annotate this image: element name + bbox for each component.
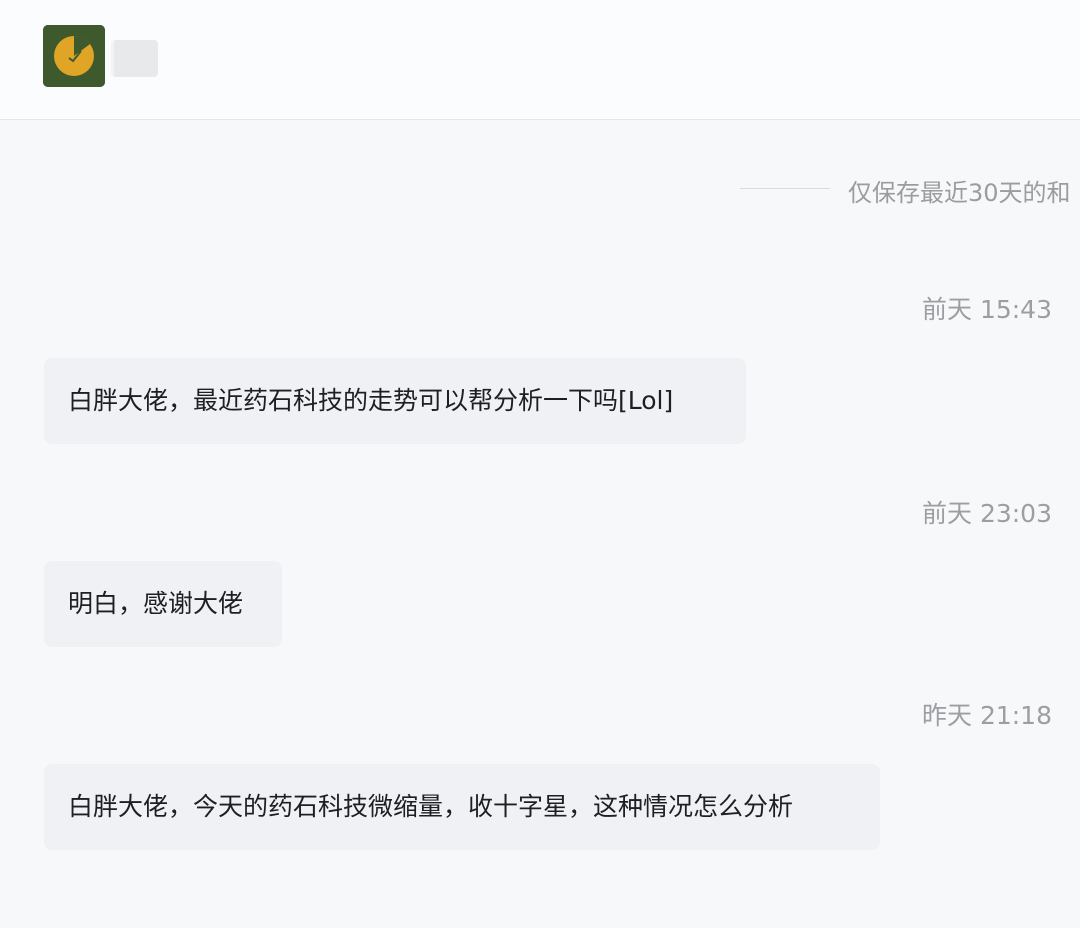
message-timestamp: 前天 15:43 [922,295,1052,324]
contact-name [111,40,158,77]
message-list[interactable]: 仅保存最近30天的和 前天 15:43 白胖大佬，最近药石科技的走势可以帮分析一… [0,120,1080,928]
contact-avatar[interactable] [43,25,105,87]
divider-line [740,188,830,189]
message-bubble[interactable]: 白胖大佬，今天的药石科技微缩量，收十字星，这种情况怎么分析 [44,764,880,850]
message-timestamp: 昨天 21:18 [922,701,1052,730]
message-timestamp: 前天 23:03 [922,499,1052,528]
yellow-pie-logo-icon [43,25,105,87]
message-bubble[interactable]: 明白，感谢大佬 [44,561,282,647]
message-bubble[interactable]: 白胖大佬，最近药石科技的走势可以帮分析一下吗[Lol] [44,358,746,444]
history-notice: 仅保存最近30天的和 [848,179,1071,207]
chat-header [0,0,1080,120]
